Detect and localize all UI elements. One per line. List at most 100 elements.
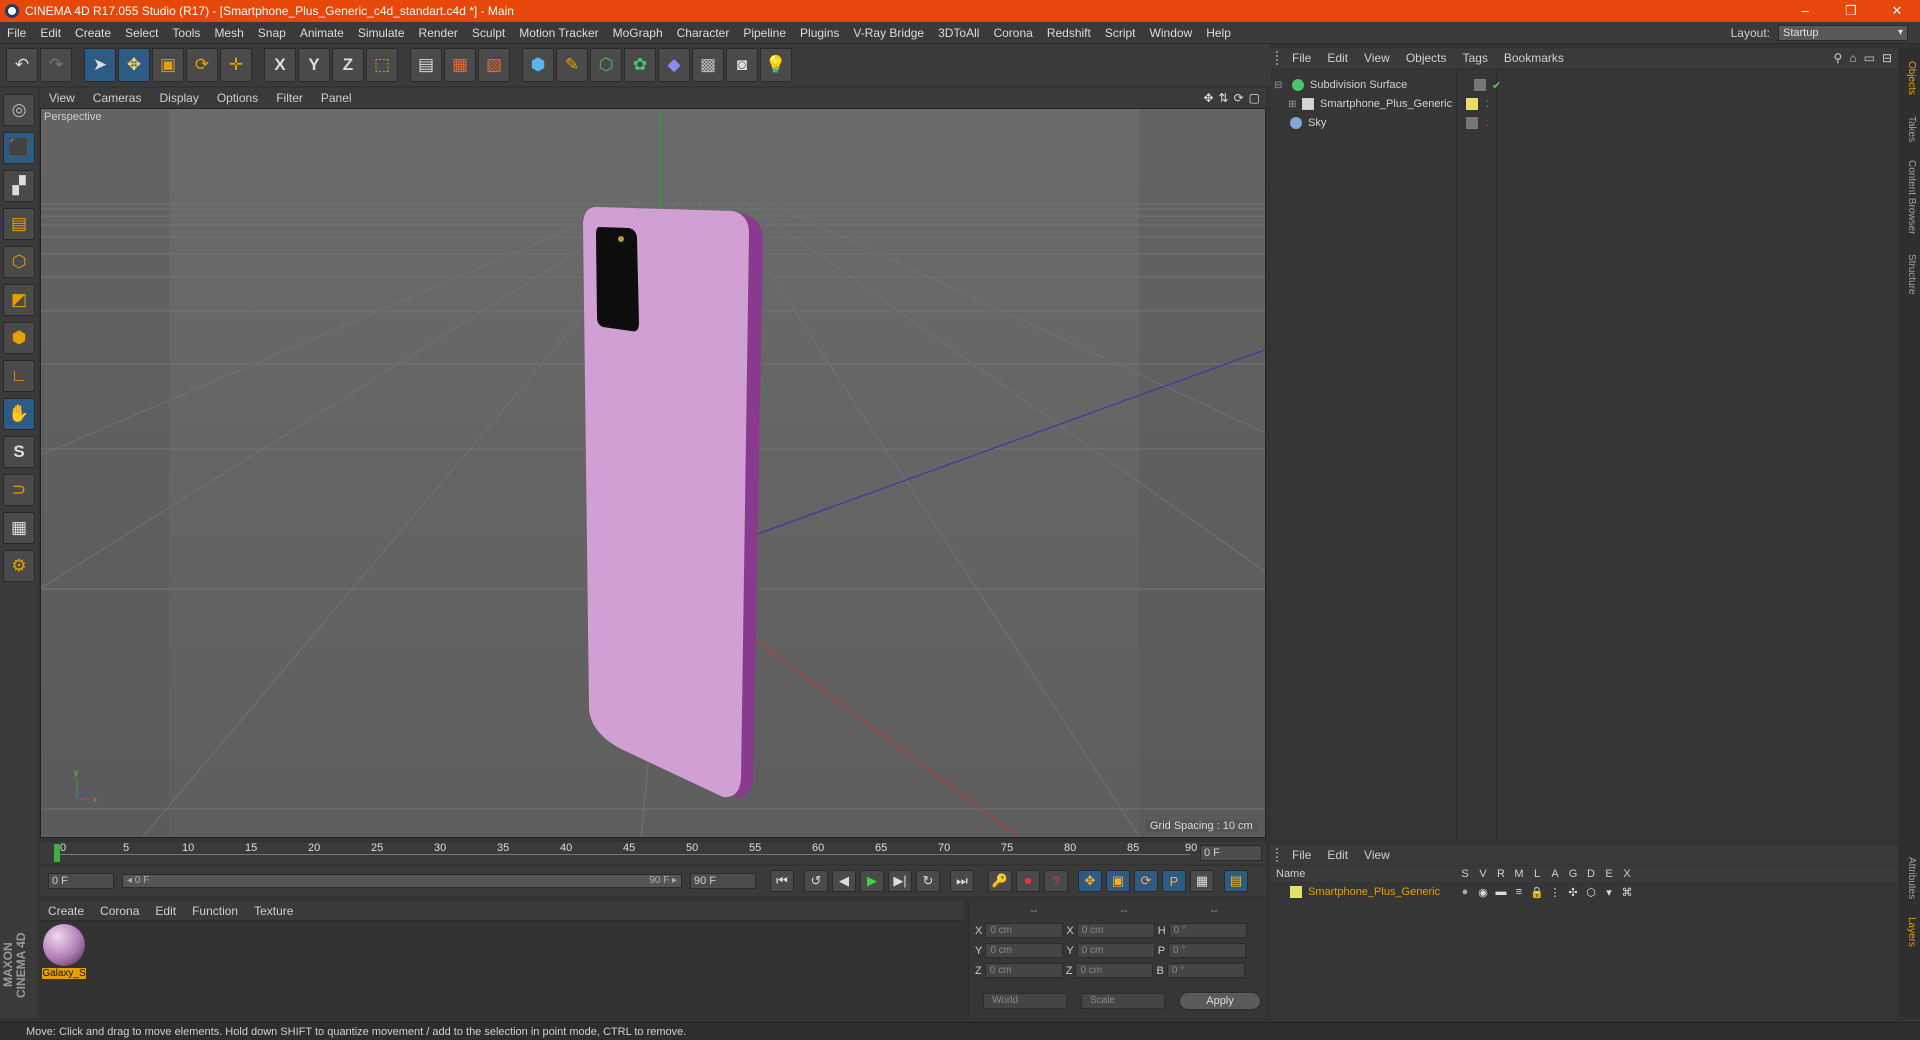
column-header[interactable]: V (1474, 868, 1492, 880)
menu-plugins[interactable]: Plugins (793, 26, 846, 40)
layers-menu-view[interactable]: View (1356, 848, 1398, 862)
y-axis-icon[interactable]: Y (298, 48, 330, 82)
rotation-b-field[interactable]: 0 ° (1166, 963, 1245, 978)
deformer-icon[interactable]: ◆ (658, 48, 690, 82)
snap-settings-icon[interactable]: ⚙ (3, 550, 35, 582)
column-header[interactable]: G (1564, 868, 1582, 880)
material-menu-create[interactable]: Create (40, 904, 92, 918)
tweak-icon[interactable]: ✋ (3, 398, 35, 430)
material-menu-function[interactable]: Function (184, 904, 246, 918)
layer-row[interactable]: Smartphone_Plus_Generic ● ◉ ▬ ≡ 🔒 ⋮ ✣ ⬡ … (1270, 883, 1898, 901)
play-icon[interactable]: ▶ (860, 870, 884, 892)
position-z-field[interactable]: 0 cm (984, 963, 1063, 978)
lock-icon[interactable]: 🔒 (1528, 886, 1546, 899)
tab-attributes[interactable]: Attributes (1901, 848, 1917, 908)
column-header[interactable]: S (1456, 868, 1474, 880)
render-picture-viewer-icon[interactable]: ▦ (444, 48, 476, 82)
size-y-field[interactable]: 0 cm (1076, 943, 1155, 958)
column-header[interactable]: M (1510, 868, 1528, 880)
panel-grip-icon[interactable] (1276, 51, 1284, 65)
menu-mesh[interactable]: Mesh (207, 26, 250, 40)
points-mode-icon[interactable]: ⬡ (3, 246, 35, 278)
viewport-menu-display[interactable]: Display (150, 91, 207, 105)
layers-menu-file[interactable]: File (1284, 848, 1319, 862)
menu-edit[interactable]: Edit (33, 26, 68, 40)
select-icon[interactable]: ➤ (84, 48, 116, 82)
objects-menu-view[interactable]: View (1356, 51, 1398, 65)
go-to-start-icon[interactable]: ⏮ (770, 870, 794, 892)
visibility-dots-icon[interactable]: ⁚ (1486, 99, 1489, 110)
menu-help[interactable]: Help (1199, 26, 1238, 40)
start-frame-field[interactable]: 0 F (48, 873, 114, 889)
live-select-icon[interactable]: ✛ (220, 48, 252, 82)
previous-key-icon[interactable]: ↺ (804, 870, 828, 892)
mograph-icon[interactable]: ✿ (624, 48, 656, 82)
menu-redshift[interactable]: Redshift (1040, 26, 1098, 40)
record-icon[interactable]: ⏺ (1016, 870, 1040, 892)
menu-pipeline[interactable]: Pipeline (736, 26, 793, 40)
apply-button[interactable]: Apply (1179, 992, 1261, 1010)
zoom-view-icon[interactable]: ⇅ (1219, 91, 1229, 105)
restore-button[interactable]: ❐ (1828, 3, 1874, 19)
viewport-menu-panel[interactable]: Panel (312, 91, 361, 105)
timeline-ruler[interactable]: 0 5 10 15 20 25 30 35 40 45 50 55 60 65 … (40, 842, 1266, 864)
generator-icon[interactable]: ✣ (1564, 886, 1582, 899)
end-frame-field[interactable]: 90 F (690, 873, 756, 889)
key-parameter-icon[interactable]: P (1162, 870, 1186, 892)
viewport-menu-filter[interactable]: Filter (267, 91, 312, 105)
maximize-view-icon[interactable]: ▢ (1249, 91, 1260, 105)
layout-dropdown[interactable]: Startup (1778, 24, 1908, 41)
close-button[interactable]: ✕ (1874, 3, 1920, 19)
current-frame-field[interactable]: 0 F (1200, 845, 1262, 861)
column-header[interactable]: D (1582, 868, 1600, 880)
menu-tools[interactable]: Tools (165, 26, 207, 40)
objects-menu-edit[interactable]: Edit (1319, 51, 1356, 65)
rotation-p-field[interactable]: 0 ° (1168, 943, 1247, 958)
edit-render-settings-icon[interactable]: ▧ (478, 48, 510, 82)
column-header[interactable]: E (1600, 868, 1618, 880)
solo-dot-icon[interactable]: ● (1456, 886, 1474, 898)
keyframe-selection-icon[interactable]: ? (1044, 870, 1068, 892)
menu-3dtoall[interactable]: 3DToAll (931, 26, 986, 40)
object-row[interactable]: Sky ⁚ (1270, 114, 1898, 132)
coordinate-space-dropdown[interactable]: World (983, 993, 1067, 1009)
floor-icon[interactable]: ▩ (692, 48, 724, 82)
axis-icon[interactable]: ∟ (3, 360, 35, 392)
perspective-viewport[interactable]: y x (40, 108, 1266, 838)
viewport-camera-label[interactable]: Perspective (44, 111, 101, 123)
column-header[interactable]: A (1546, 868, 1564, 880)
previous-frame-icon[interactable]: ◀ (832, 870, 856, 892)
menu-vray-bridge[interactable]: V-Ray Bridge (846, 26, 931, 40)
scale-icon[interactable]: ▣ (152, 48, 184, 82)
edges-mode-icon[interactable]: ◩ (3, 284, 35, 316)
move-icon[interactable]: ✥ (118, 48, 150, 82)
pen-icon[interactable]: ✎ (556, 48, 588, 82)
visibility-dots-icon[interactable]: ⁚ (1486, 118, 1489, 129)
viewport-menu-options[interactable]: Options (208, 91, 267, 105)
magnet-icon[interactable]: ⊃ (3, 474, 35, 506)
size-z-field[interactable]: 0 cm (1075, 963, 1154, 978)
polygons-mode-icon[interactable]: ⬢ (3, 322, 35, 354)
tab-layers[interactable]: Layers (1901, 910, 1917, 954)
position-y-field[interactable]: 0 cm (985, 943, 1064, 958)
key-scale-icon[interactable]: ▣ (1106, 870, 1130, 892)
expand-toggle-icon[interactable]: ⊟ (1274, 80, 1286, 91)
panel-grip-icon[interactable] (1276, 848, 1284, 862)
xref-icon[interactable]: ⌘ (1618, 886, 1636, 899)
redo-icon[interactable]: ↷ (40, 48, 72, 82)
menu-motion-tracker[interactable]: Motion Tracker (512, 26, 605, 40)
viewport-menu-cameras[interactable]: Cameras (84, 91, 151, 105)
menu-window[interactable]: Window (1143, 26, 1200, 40)
enabled-check-icon[interactable]: ✔ (1492, 79, 1501, 92)
subdivision-icon[interactable]: ⬡ (590, 48, 622, 82)
menu-animate[interactable]: Animate (293, 26, 351, 40)
expression-icon[interactable]: ▾ (1600, 886, 1618, 899)
next-frame-icon[interactable]: ▶| (888, 870, 912, 892)
smartphone-model[interactable] (583, 207, 763, 798)
column-header[interactable]: X (1618, 868, 1636, 880)
tab-content-browser[interactable]: Content Browser (1901, 152, 1917, 242)
column-header[interactable]: L (1528, 868, 1546, 880)
go-to-end-icon[interactable]: ⏭ (950, 870, 974, 892)
animation-icon[interactable]: ⋮ (1546, 886, 1564, 899)
camera-icon[interactable]: ◙ (726, 48, 758, 82)
